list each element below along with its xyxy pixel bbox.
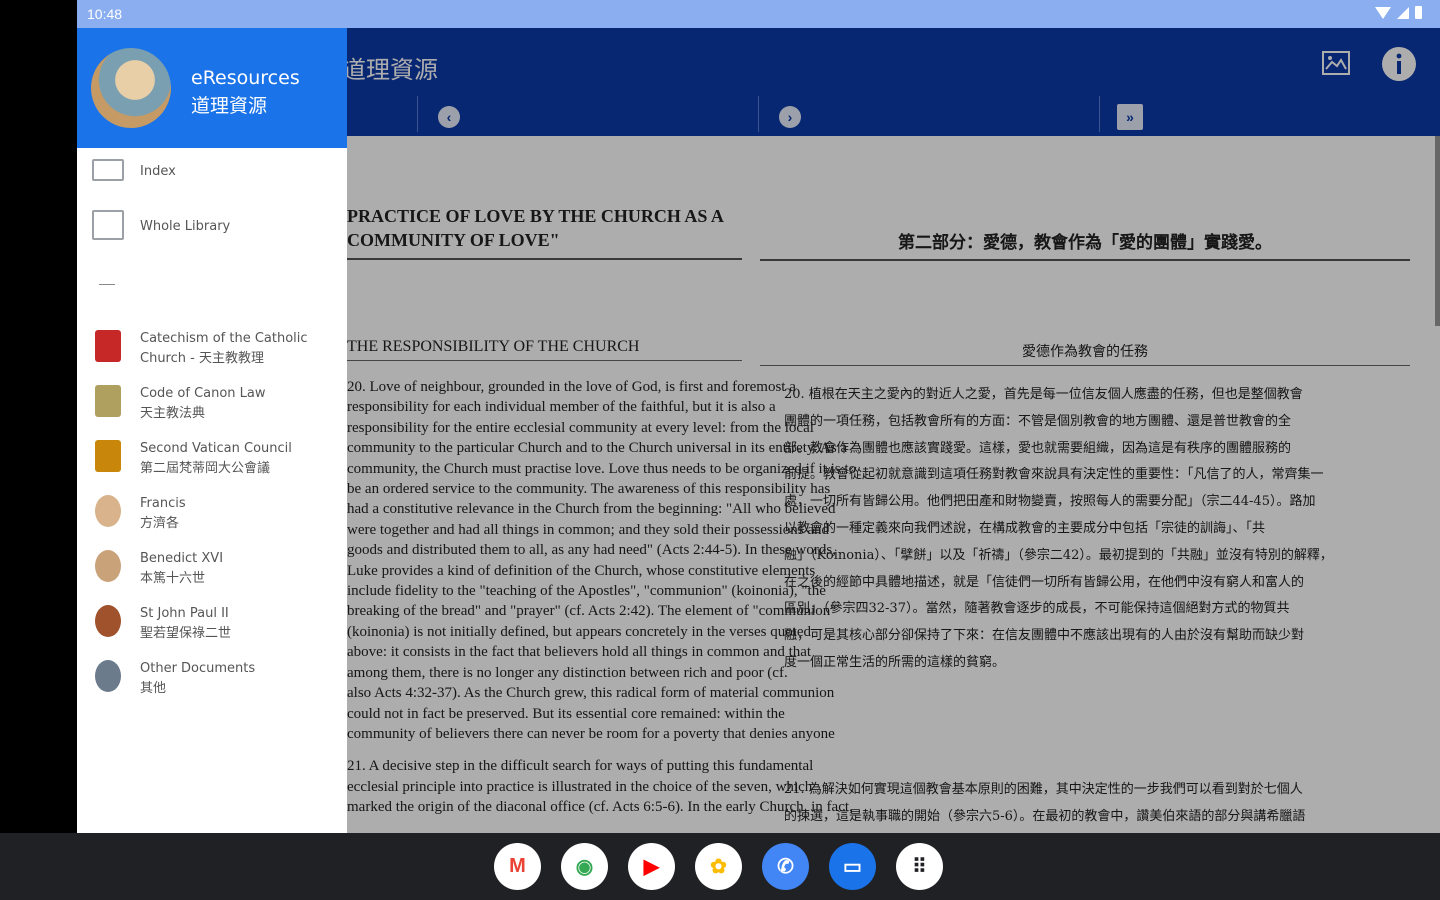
other-documents-icon xyxy=(91,659,125,693)
drawer-item-label-line-2: 聖若望保祿二世 xyxy=(140,626,232,641)
dock: M ◉ ▶ ✿ ✆ ▭ ⠿ xyxy=(494,843,943,890)
battery-icon xyxy=(1415,6,1422,19)
drawer-item-label-line-2: 天主教法典 xyxy=(140,406,206,421)
drawer-item-label-line-1: Second Vatican Council xyxy=(140,441,292,456)
drawer-item[interactable]: Benedict XVI 本篤十六世 xyxy=(77,549,347,597)
left-black-area xyxy=(0,0,77,833)
drawer-item-label-line-2: 第二屆梵蒂岡大公會議 xyxy=(140,461,271,476)
taskbar: M ◉ ▶ ✿ ✆ ▭ ⠿ xyxy=(0,833,1440,900)
madonna-avatar xyxy=(91,48,171,128)
pope-john-paul-icon xyxy=(91,604,125,638)
drawer-item-label: St John Paul II 聖若望保祿二世 xyxy=(140,604,231,644)
navigation-drawer: eResources 道理資源 Index Whole Library Catech… xyxy=(77,28,347,833)
drawer-item-label: Second Vatican Council 第二屆梵蒂岡大公會議 xyxy=(140,439,292,479)
catechism-icon xyxy=(91,329,125,363)
drawer-item-label-line-1: Code of Canon Law xyxy=(140,386,266,401)
chrome-app-icon[interactable]: ◉ xyxy=(561,843,608,890)
drawer-item[interactable]: Whole Library xyxy=(77,208,347,259)
vatican-council-icon xyxy=(91,439,125,473)
drawer-item-label-line-1: Francis xyxy=(140,496,186,511)
drawer-item-label-line-1: Whole Library xyxy=(140,219,231,234)
drawer-item-label-line-1: St John Paul II xyxy=(140,606,229,621)
phone-app-icon[interactable]: ✆ xyxy=(762,843,809,890)
pope-francis-icon xyxy=(91,494,125,528)
wifi-icon xyxy=(1375,6,1391,19)
drawer-item-label-line-1: Index xyxy=(140,164,176,179)
drawer-title-zh: 道理資源 xyxy=(191,95,268,117)
drawer-item-label-line-2: Church - 天主教教理 xyxy=(140,351,264,366)
drawer-item-label-line-1: Benedict XVI xyxy=(140,551,224,566)
drawer-item[interactable]: Second Vatican Council 第二屆梵蒂岡大公會議 xyxy=(77,439,347,487)
drawer-item-label-line-1: Other Documents xyxy=(140,661,256,676)
drawer-item-label: Catechism of the Catholic Church - 天主教教理 xyxy=(140,329,308,369)
drawer-item-label: Francis 方濟各 xyxy=(140,494,186,534)
drawer-item-label-line-2: 本篤十六世 xyxy=(140,571,206,586)
drawer-item-label-line-2: 方濟各 xyxy=(140,516,180,531)
signal-icon xyxy=(1397,6,1409,19)
app-drawer-icon[interactable]: ⠿ xyxy=(896,843,943,890)
pope-benedict-icon xyxy=(91,549,125,583)
messages-app-icon[interactable]: ▭ xyxy=(829,843,876,890)
app-window: 道理資源 ‹ › » PRACTICE OF LOVE BY THE CHURC… xyxy=(77,28,1440,833)
gmail-app-icon[interactable]: M xyxy=(494,843,541,890)
drawer-item[interactable]: Index xyxy=(77,156,347,204)
drawer-title-en: eResources xyxy=(191,67,300,89)
drawer-item-label: Index xyxy=(140,162,176,182)
canon-law-icon xyxy=(91,384,125,418)
drawer-header: eResources 道理資源 xyxy=(77,28,347,148)
drawer-item-label: Other Documents 其他 xyxy=(140,659,255,699)
list-icon xyxy=(91,153,125,187)
photos-app-icon[interactable]: ✿ xyxy=(695,843,742,890)
youtube-app-icon[interactable]: ▶ xyxy=(628,843,675,890)
drawer-item-label-line-1: Catechism of the Catholic xyxy=(140,331,308,346)
drawer-title: eResources 道理資源 xyxy=(191,64,300,120)
drawer-item-label: Benedict XVI 本篤十六世 xyxy=(140,549,223,589)
drawer-item[interactable]: Other Documents 其他 xyxy=(77,659,347,707)
drawer-item-label-line-2: 其他 xyxy=(140,681,167,696)
status-time: 10:48 xyxy=(87,6,123,22)
drawer-item[interactable]: Code of Canon Law 天主教法典 xyxy=(77,384,347,432)
drawer-item-label: Code of Canon Law 天主教法典 xyxy=(140,384,266,424)
status-bar: 10:48 xyxy=(77,0,1440,28)
drawer-item-label: Whole Library xyxy=(140,217,230,237)
drawer-item[interactable]: St John Paul II 聖若望保祿二世 xyxy=(77,604,347,652)
library-icon xyxy=(91,208,125,242)
drawer-divider xyxy=(99,284,115,285)
drawer-item[interactable]: Francis 方濟各 xyxy=(77,494,347,542)
status-icons xyxy=(1375,6,1422,19)
drawer-item[interactable]: Catechism of the Catholic Church - 天主教教理 xyxy=(77,329,347,377)
